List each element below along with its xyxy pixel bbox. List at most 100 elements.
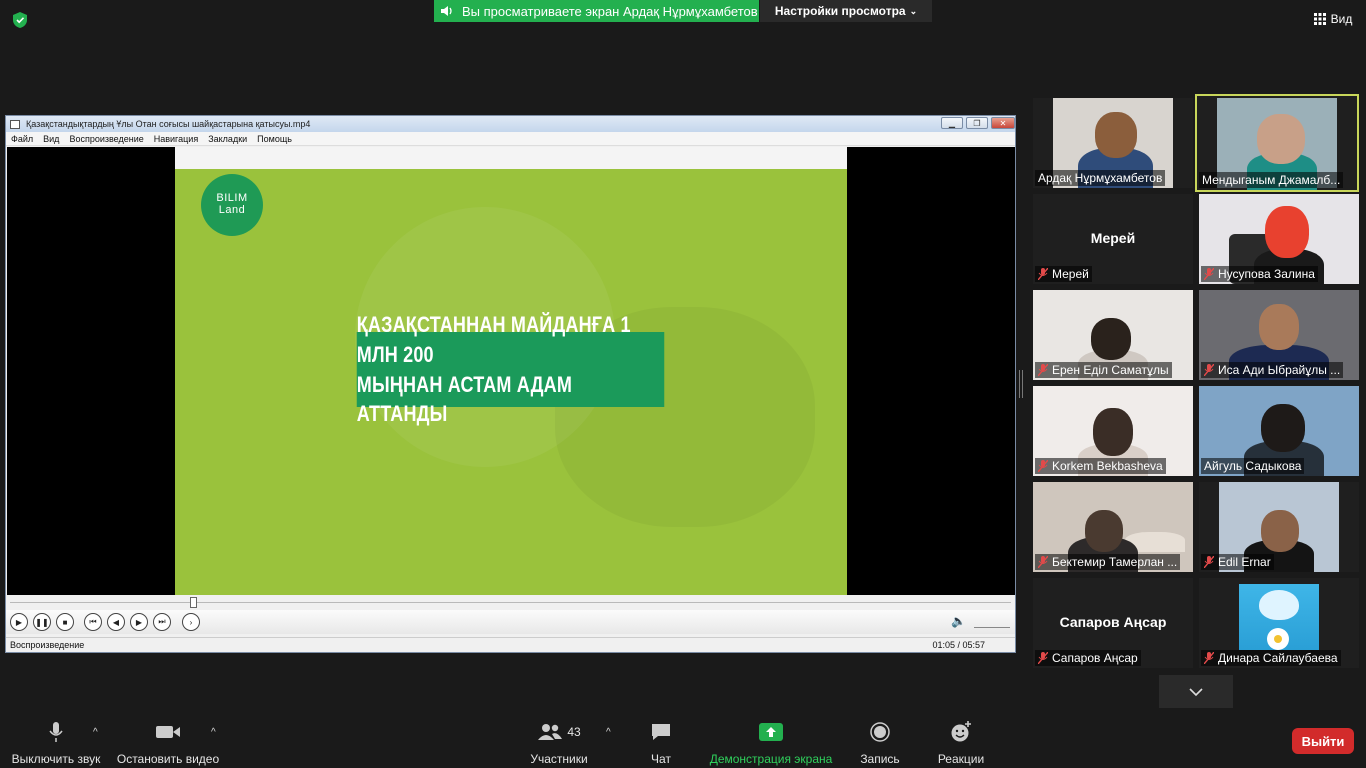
- participants-options-caret-icon[interactable]: ^: [606, 727, 611, 738]
- participant-tile[interactable]: Edil Ernar: [1199, 482, 1359, 572]
- participant-display-name: Мерей: [1090, 230, 1136, 246]
- chat-icon: [650, 720, 672, 744]
- seek-track: [10, 602, 1011, 603]
- forward-button[interactable]: ▶: [130, 613, 148, 631]
- person-figure: [1257, 114, 1305, 164]
- volume-slider[interactable]: [974, 614, 1010, 628]
- participant-name: Мендыганым Джамалб...: [1202, 173, 1341, 187]
- minimize-button[interactable]: ▁: [941, 117, 963, 129]
- chat-button[interactable]: Чат: [641, 720, 681, 766]
- menu-bookmarks[interactable]: Закладки: [208, 134, 247, 144]
- menu-file[interactable]: Файл: [11, 134, 33, 144]
- mic-muted-icon: [1204, 556, 1214, 568]
- share-screen-button[interactable]: Демонстрация экрана: [706, 720, 836, 766]
- rewind-button[interactable]: ◀: [107, 613, 125, 631]
- record-label: Запись: [860, 752, 900, 766]
- player-menubar: Файл Вид Воспроизведение Навигация Закла…: [6, 132, 1015, 146]
- menu-playback[interactable]: Воспроизведение: [69, 134, 143, 144]
- panel-splitter-handle[interactable]: [1019, 370, 1023, 398]
- security-shield-icon[interactable]: [10, 10, 30, 30]
- participant-tile[interactable]: Айгуль Садыкова: [1199, 386, 1359, 476]
- participant-name: Динара Сайлаубаева: [1218, 651, 1338, 665]
- participant-tile[interactable]: Бектемир Тамерлан ...: [1033, 482, 1193, 572]
- chevron-down-icon: [1189, 687, 1203, 696]
- player-title: Қазақстандықтардың Ұлы Отан соғысы шайқа…: [26, 119, 311, 129]
- mic-muted-icon: [1038, 460, 1048, 472]
- play-button[interactable]: ▶: [10, 613, 28, 631]
- stop-video-label: Остановить видео: [116, 752, 220, 766]
- participant-display-name: Сапаров Аңсар: [1059, 614, 1167, 630]
- participants-button[interactable]: 43 Участники: [524, 720, 594, 766]
- mic-muted-icon: [1204, 268, 1214, 280]
- next-button[interactable]: ⏭: [153, 613, 171, 631]
- video-caption: ҚАЗАҚСТАННАН МАЙДАНҒА 1 МЛН 200 МЫҢНАН А…: [356, 312, 665, 426]
- video-area[interactable]: BILIM Land ҚАЗАҚСТАННАН МАЙДАНҒА 1 МЛН 2…: [7, 147, 1015, 595]
- participant-name: Edil Ernar: [1218, 555, 1271, 569]
- leave-meeting-button[interactable]: Выйти: [1292, 728, 1354, 754]
- participant-name: Мерей: [1052, 267, 1089, 281]
- participant-tile-active-speaker[interactable]: Мендыганым Джамалб...: [1195, 94, 1359, 192]
- view-mode-button[interactable]: Вид: [1306, 8, 1360, 30]
- frame-step-button[interactable]: ›: [182, 613, 200, 631]
- participant-label: Сапаров Аңсар: [1035, 650, 1141, 666]
- participant-label: Бектемир Тамерлан ...: [1035, 554, 1181, 570]
- participants-count: 43: [567, 725, 581, 739]
- seek-thumb[interactable]: [190, 597, 197, 608]
- seek-bar[interactable]: [10, 597, 1011, 608]
- close-button[interactable]: ✕: [991, 117, 1015, 129]
- player-titlebar: Қазақстандықтардың Ұлы Отан соғысы шайқа…: [6, 116, 1015, 132]
- maximize-button[interactable]: ❐: [966, 117, 988, 129]
- stop-video-button[interactable]: Остановить видео: [116, 720, 220, 766]
- participant-tile[interactable]: Мерей Мерей: [1033, 194, 1193, 284]
- participant-tile[interactable]: Нусупова Залина: [1199, 194, 1359, 284]
- person-figure: [1095, 112, 1137, 158]
- view-settings-dropdown[interactable]: Настройки просмотра ⌄: [760, 0, 932, 22]
- participant-label: Нусупова Залина: [1201, 266, 1318, 282]
- menu-help[interactable]: Помощь: [257, 134, 292, 144]
- heart-shape: [1259, 590, 1299, 620]
- menu-view[interactable]: Вид: [43, 134, 59, 144]
- pause-button[interactable]: ❚❚: [33, 613, 51, 631]
- share-screen-icon: [759, 720, 783, 744]
- video-options-caret-icon[interactable]: ^: [211, 727, 216, 738]
- mic-muted-icon: [1204, 364, 1214, 376]
- gallery-scroll-down-button[interactable]: [1159, 675, 1233, 708]
- record-button[interactable]: Запись: [855, 720, 905, 766]
- participant-label: Edil Ernar: [1201, 554, 1274, 570]
- logo-line-2: Land: [218, 204, 246, 216]
- participant-name: Иса Ади Ыбрайұлы ...: [1218, 363, 1341, 377]
- person-figure: [1259, 304, 1299, 350]
- grid-icon: [1313, 13, 1326, 25]
- reactions-button[interactable]: Реакции: [934, 720, 988, 766]
- mute-label: Выключить звук: [11, 752, 101, 766]
- mute-button[interactable]: Выключить звук: [10, 720, 102, 766]
- volume-icon[interactable]: 🔈: [951, 614, 967, 628]
- speaker-icon: [441, 6, 452, 16]
- person-figure: [1085, 510, 1123, 552]
- participant-tile[interactable]: Динара Сайлаубаева: [1199, 578, 1359, 668]
- participant-tile[interactable]: Ерен Еділ Саматұлы: [1033, 290, 1193, 380]
- leave-label: Выйти: [1301, 733, 1345, 749]
- frame-top-strip: [175, 147, 847, 169]
- participant-label: Ардақ Нұрмұхамбетов: [1035, 170, 1166, 186]
- participant-label: Мендыганым Джамалб...: [1199, 172, 1344, 188]
- video-frame: BILIM Land ҚАЗАҚСТАННАН МАЙДАНҒА 1 МЛН 2…: [175, 147, 847, 595]
- video-camera-icon: [155, 720, 181, 744]
- participant-label: Иса Ади Ыбрайұлы ...: [1201, 362, 1344, 378]
- audio-options-caret-icon[interactable]: ^: [93, 727, 98, 738]
- chevron-down-icon: ⌄: [909, 5, 918, 16]
- participant-label: Динара Сайлаубаева: [1201, 650, 1341, 666]
- person-figure: [1265, 206, 1309, 258]
- mic-muted-icon: [1038, 364, 1048, 376]
- participant-tile[interactable]: Korkem Bekbasheva: [1033, 386, 1193, 476]
- participant-tile[interactable]: Сапаров Аңсар Сапаров Аңсар: [1033, 578, 1193, 668]
- mic-muted-icon: [1038, 268, 1048, 280]
- participant-label: Мерей: [1035, 266, 1092, 282]
- participant-name: Ардақ Нұрмұхамбетов: [1038, 171, 1163, 185]
- previous-button[interactable]: ⏮: [84, 613, 102, 631]
- stop-button[interactable]: ■: [56, 613, 74, 631]
- participant-tile[interactable]: Ардақ Нұрмұхамбетов: [1033, 98, 1193, 188]
- caption-line-2: МЫҢНАН АСТАМ АДАМ АТТАНДЫ: [356, 371, 573, 427]
- participant-tile[interactable]: Иса Ади Ыбрайұлы ...: [1199, 290, 1359, 380]
- menu-navigation[interactable]: Навигация: [154, 134, 198, 144]
